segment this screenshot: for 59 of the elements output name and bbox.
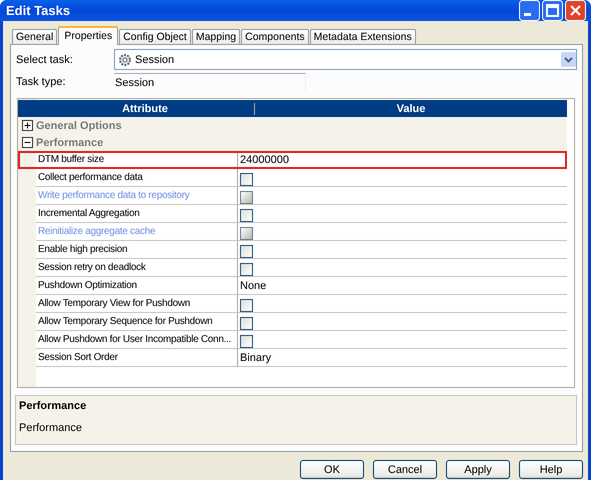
maximize-button[interactable] [542, 0, 563, 21]
checkbox[interactable] [240, 316, 253, 330]
table-row[interactable]: Allow Temporary View for Pushdown [18, 295, 567, 313]
table-row[interactable]: Session retry on deadlock [18, 259, 567, 277]
attribute-name: DTM buffer size [38, 154, 104, 165]
field-label: Select task: [15, 54, 74, 66]
expand-icon[interactable] [22, 120, 32, 131]
tab[interactable]: Config Object [119, 29, 191, 44]
value-text: Binary [240, 352, 272, 364]
table-row[interactable]: Collect performance data [18, 169, 567, 187]
table-row[interactable]: Allow Pushdown for User Incompatible Conn... [18, 331, 567, 349]
dialog-button[interactable]: OK [300, 460, 364, 479]
checkbox[interactable] [240, 172, 253, 186]
close-button[interactable] [565, 0, 586, 21]
attribute-name: Enable high precision [38, 244, 128, 255]
column-header[interactable]: Value [255, 102, 567, 114]
task-dropdown[interactable]: Session [114, 49, 577, 70]
group-label: General Options [36, 120, 122, 132]
gear-icon [118, 52, 132, 66]
dialog-button[interactable]: Apply [446, 460, 510, 479]
window-title: Edit Tasks [6, 3, 72, 18]
checkbox[interactable] [240, 298, 253, 312]
table-row[interactable]: Enable high precision [18, 241, 567, 259]
attribute-name: Reinitialize aggregate cache [38, 226, 156, 237]
table-row[interactable]: Incremental Aggregation [18, 205, 567, 223]
collapse-icon[interactable] [22, 137, 32, 148]
dialog-button[interactable]: Cancel [373, 460, 437, 479]
description-text: Performance [19, 422, 83, 434]
tab[interactable]: Components [241, 29, 309, 44]
table-row[interactable]: Session Sort Order Binary [18, 349, 567, 367]
tab[interactable]: Mapping [192, 29, 240, 44]
dialog-button[interactable]: Help [519, 460, 583, 479]
checkbox[interactable] [240, 208, 253, 222]
tab[interactable]: Properties [58, 26, 118, 45]
description-title: Performance [19, 400, 88, 412]
attribute-name: Allow Temporary View for Pushdown [38, 298, 190, 309]
attribute-name: Incremental Aggregation [38, 208, 140, 219]
selected-row[interactable]: DTM buffer size 24000000 [18, 151, 567, 169]
attribute-name: Session Sort Order [38, 352, 118, 363]
tab[interactable]: General [12, 29, 58, 44]
minimize-button[interactable] [519, 0, 540, 21]
field-label: Task type: [15, 76, 67, 88]
checkbox[interactable] [240, 244, 253, 258]
group-label: Performance [36, 136, 104, 148]
column-header[interactable]: Attribute [36, 102, 255, 114]
attribute-name: Session retry on deadlock [38, 262, 146, 273]
attribute-name: Pushdown Optimization [38, 280, 137, 291]
attribute-name: Collect performance data [38, 172, 143, 183]
task-type-field: Session [114, 73, 306, 91]
table-row[interactable]: Pushdown Optimization None [18, 277, 567, 295]
value-text: None [240, 280, 266, 292]
value-text: 24000000 [240, 154, 289, 166]
attribute-name: Allow Temporary Sequence for Pushdown [38, 316, 212, 327]
table-row[interactable]: Allow Temporary Sequence for Pushdown [18, 313, 567, 331]
checkbox[interactable] [240, 262, 253, 276]
attribute-name: Write performance data to repository [38, 190, 190, 201]
tab[interactable]: Metadata Extensions [310, 29, 416, 44]
attribute-name: Allow Pushdown for User Incompatible Conn... [38, 334, 232, 345]
checkbox[interactable] [240, 334, 253, 348]
